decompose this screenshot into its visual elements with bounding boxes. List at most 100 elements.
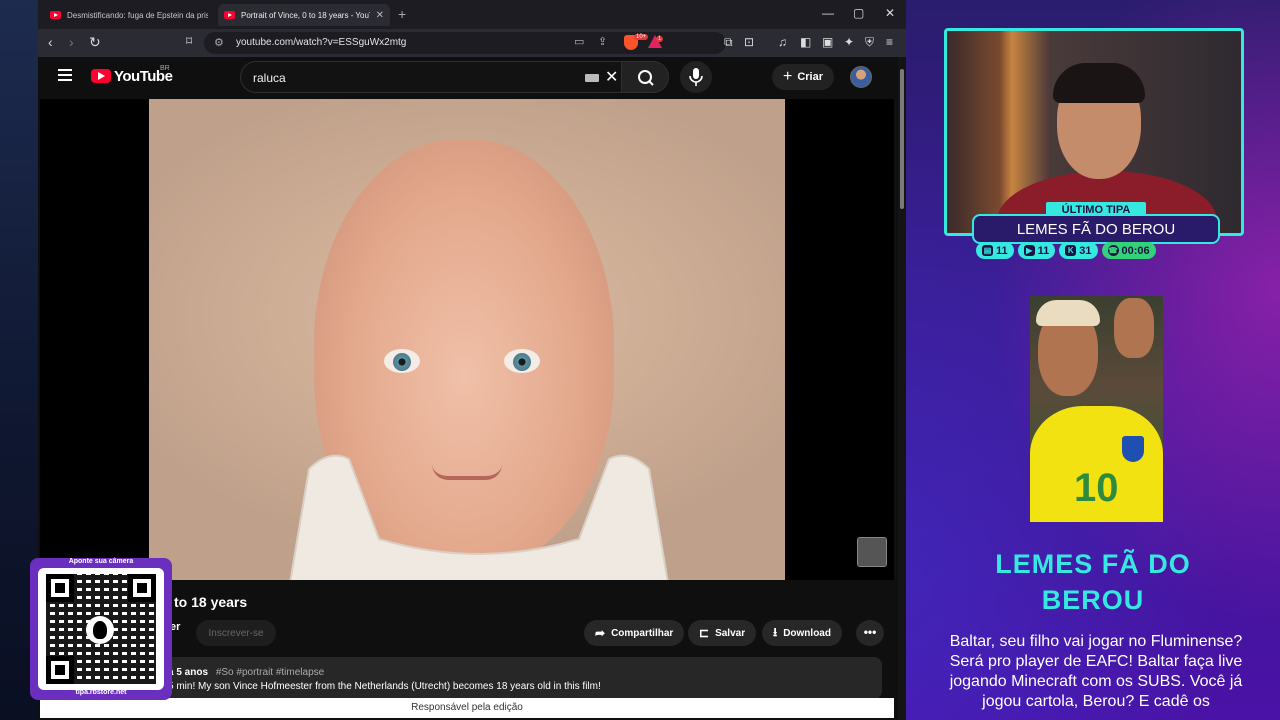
voice-search-button[interactable]: [680, 61, 712, 93]
baby-right-eye: [504, 349, 540, 373]
save-button[interactable]: ⊏ Salvar: [688, 620, 757, 646]
bookmark-icon[interactable]: ⌑: [186, 34, 192, 48]
account-avatar[interactable]: [850, 66, 872, 88]
search-query: raluca: [253, 71, 286, 85]
bookmark-icon: ⊏: [699, 626, 710, 640]
tab-epstein[interactable]: Desmistificando: fuga de Epstein da pris…: [44, 4, 214, 26]
tab-vince-portrait[interactable]: Portrait of Vince, 0 to 18 years - YouTu…: [218, 4, 390, 26]
back-arrow-icon[interactable]: ‹: [48, 34, 53, 50]
tab-title: Portrait of Vince, 0 to 18 years - YouTu…: [241, 10, 370, 20]
leo-ai-icon[interactable]: ✦: [844, 35, 854, 49]
wallet-icon[interactable]: ▣: [822, 35, 833, 49]
description-box[interactable]: á 5 anos #So #portrait #timelapse 5 min!…: [78, 657, 882, 699]
edit-notice-bar: Responsável pela edição: [40, 698, 894, 718]
region-code: BR: [160, 65, 170, 72]
search-button[interactable]: [621, 61, 669, 93]
music-icon[interactable]: ♫: [778, 35, 787, 49]
cbf-crest-icon: [1122, 436, 1144, 462]
more-actions-button[interactable]: •••: [856, 620, 884, 646]
maximize-button[interactable]: ▢: [853, 6, 864, 20]
player-hand: [1114, 298, 1154, 358]
page-scrollbar[interactable]: [898, 57, 906, 720]
shields-count-badge: 10+: [634, 34, 649, 40]
qr-widget: Aponte sua câmera tipa.rbstore.net: [30, 558, 172, 700]
forward-arrow-icon[interactable]: ›: [69, 34, 74, 50]
video-frame-baby[interactable]: [149, 99, 785, 580]
qr-finder-bottom-left: [46, 656, 74, 684]
create-button[interactable]: + Criar: [772, 64, 834, 90]
extensions-icon[interactable]: ⧉: [724, 35, 733, 50]
create-label: Criar: [797, 71, 824, 83]
reload-icon[interactable]: ↻: [89, 34, 101, 51]
stream-overlay-panel: ÚLTIMO TIPA LEMES FÃ DO BEROU ▤ 11 ▶ 11 …: [906, 0, 1280, 720]
stat-value: 11: [1037, 244, 1050, 257]
baby-left-eye: [384, 349, 420, 373]
stat-value: 31: [1079, 244, 1092, 257]
download-icon: ⭳: [773, 624, 778, 639]
kick-icon: K: [1065, 245, 1077, 256]
jersey-number: 10: [1074, 466, 1119, 510]
microphone-icon: [689, 68, 703, 86]
sidebar-icon[interactable]: ◧: [800, 35, 811, 49]
hashtags[interactable]: #So #portrait #timelapse: [216, 667, 324, 678]
alert-message: Baltar, seu filho vai jogar no Fluminens…: [949, 633, 1243, 710]
site-settings-icon[interactable]: ⚙: [214, 36, 224, 49]
menu-icon[interactable]: ≡: [886, 35, 893, 49]
description-meta: á 5 anos #So #portrait #timelapse: [168, 667, 324, 678]
plus-icon: +: [782, 68, 793, 85]
baby-undershirt: [289, 454, 669, 580]
stat-youtube: ▶ 11: [1017, 242, 1056, 259]
screenshot-icon[interactable]: ⊡: [744, 35, 754, 49]
hamburger-menu-icon[interactable]: [58, 69, 72, 84]
qr-logo-icon: [86, 616, 114, 644]
clear-search-icon[interactable]: ✕: [605, 67, 618, 87]
download-label: Download: [783, 627, 831, 639]
alert-image-player: 10: [1030, 296, 1163, 522]
youtube-logo-icon[interactable]: [91, 69, 111, 83]
qr-finder-top-right: [128, 574, 156, 602]
stat-kick: K 31: [1059, 242, 1098, 259]
close-window-button[interactable]: ✕: [885, 6, 895, 20]
qr-card: [38, 568, 164, 690]
alert-title-line-1: LEMES FÃ DO: [995, 549, 1191, 579]
alert-title: LEMES FÃ DO BEROU: [906, 546, 1280, 618]
cast-icon[interactable]: ▭: [574, 35, 584, 48]
stat-timer: ☎ 00:06: [1101, 242, 1156, 259]
address-toolbar: ‹ › ↻ ⌑ ⚙ youtube.com/watch?v=ESSguWx2mt…: [38, 29, 906, 57]
viewer-stats: ▤ 11 ▶ 11 K 31 ☎ 00:06: [976, 242, 1224, 260]
search-input[interactable]: raluca ✕: [240, 61, 621, 93]
youtube-favicon-icon: [224, 11, 235, 19]
vpn-shield-icon[interactable]: ⛨: [865, 35, 874, 50]
video-player[interactable]: [40, 99, 894, 580]
share-label: Compartilhar: [611, 627, 674, 639]
video-title: to 18 years: [174, 594, 248, 610]
scrollbar-thumb[interactable]: [900, 69, 904, 209]
share-button[interactable]: ➦ Compartilhar: [584, 620, 685, 646]
tab-close-icon[interactable]: ✕: [376, 10, 384, 21]
tab-bar: Desmistificando: fuga de Epstein da pris…: [38, 0, 906, 29]
player-hair: [1036, 300, 1100, 326]
share-page-icon[interactable]: ⇪: [598, 35, 607, 48]
stat-value: 00:06: [1121, 244, 1150, 257]
alert-title-line-2: BEROU: [1041, 585, 1145, 615]
youtube-favicon-icon: [50, 11, 61, 19]
youtube-header: YouTube BR raluca ✕ + Criar: [38, 57, 898, 99]
description-text: 5 min! My son Vince Hofmeester from the …: [168, 681, 601, 692]
miniplayer-icon[interactable]: [857, 537, 887, 567]
twitch-icon: ▤: [982, 245, 993, 256]
upload-age: á 5 anos: [168, 667, 209, 678]
qr-instruction: Aponte sua câmera: [68, 558, 134, 565]
url-field[interactable]: ⚙ youtube.com/watch?v=ESSguWx2mtg ▭ ⇪ 10…: [204, 32, 726, 54]
subscribe-button[interactable]: Inscrever-se: [196, 620, 276, 646]
download-button[interactable]: ⭳ Download: [762, 620, 842, 646]
url-text: youtube.com/watch?v=ESSguWx2mtg: [236, 37, 407, 48]
qr-url: tipa.rbstore.net: [75, 689, 127, 696]
stat-value: 11: [996, 244, 1008, 257]
keyboard-icon[interactable]: [585, 74, 599, 82]
minimize-button[interactable]: —: [822, 6, 834, 20]
save-label: Salvar: [715, 627, 746, 639]
qr-finder-top-left: [46, 574, 74, 602]
new-tab-button[interactable]: +: [398, 6, 406, 22]
tab-title: Desmistificando: fuga de Epstein da pris…: [67, 10, 208, 20]
stat-twitch: ▤ 11: [976, 242, 1014, 259]
